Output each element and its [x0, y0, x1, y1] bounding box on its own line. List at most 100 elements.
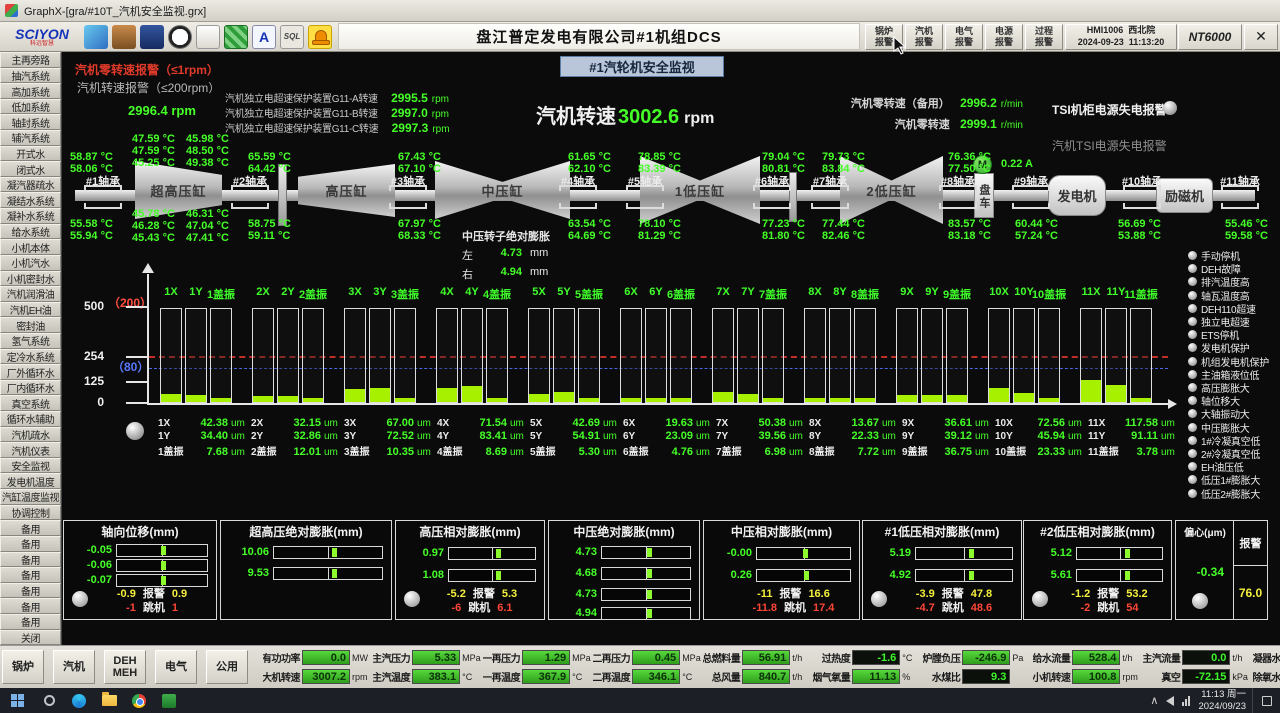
bottom-nav-1[interactable]: 锅炉 [2, 650, 44, 684]
sidebar-item-2[interactable]: 抽汽系统 [0, 68, 61, 84]
browser-icon[interactable] [64, 688, 94, 713]
calculator-icon[interactable] [112, 25, 136, 49]
vibration-value: 8.69 [463, 446, 507, 458]
alarm-button-3[interactable]: 电气报警 [945, 24, 983, 50]
sidebar-item-27[interactable]: 安全监视 [0, 458, 61, 474]
tags-icon[interactable] [224, 25, 248, 49]
sidebar-item-31[interactable]: 备用 [0, 520, 61, 536]
sidebar-item-28[interactable]: 发电机温度 [0, 473, 61, 489]
sidebar-item-17[interactable]: 汽机EH油 [0, 302, 61, 318]
g11-value: 2997.0 [384, 106, 428, 120]
sidebar-item-25[interactable]: 汽机疏水 [0, 427, 61, 443]
panel-5: 中压相对膨胀(mm)-0.000.26-11报警16.6-11.8跳机17.4 [703, 520, 860, 620]
search-icon[interactable] [34, 688, 64, 713]
vibration-unit: um [1158, 431, 1180, 442]
sidebar-item-12[interactable]: 给水系统 [0, 224, 61, 240]
sidebar-item-20[interactable]: 定冷水系统 [0, 349, 61, 365]
sidebar-item-15[interactable]: 小机密封水 [0, 271, 61, 287]
sidebar-item-18[interactable]: 密封油 [0, 317, 61, 333]
sidebar-item-23[interactable]: 真空系统 [0, 395, 61, 411]
bearing-temp-bottom: 83.57 °C83.18 °C [948, 218, 991, 242]
file-explorer-icon[interactable] [94, 688, 124, 713]
font-icon[interactable]: A [252, 25, 276, 49]
trip-limit-annotation: （200） [108, 294, 152, 311]
vibration-readout-column: 3X67.00um3Y72.52um3盖振10.35um [344, 417, 436, 456]
vibration-unit: um [693, 447, 715, 458]
sidebar-item-33[interactable]: 备用 [0, 552, 61, 568]
sidebar-item-10[interactable]: 凝结水系统 [0, 192, 61, 208]
sidebar-item-5[interactable]: 轴封系统 [0, 114, 61, 130]
sidebar-item-1[interactable]: 主再旁路 [0, 52, 61, 68]
temperature-value: 45.25 °C [132, 157, 175, 169]
close-icon[interactable]: ✕ [1244, 24, 1278, 50]
sidebar-item-19[interactable]: 氢气系统 [0, 333, 61, 349]
sidebar-item-14[interactable]: 小机汽水 [0, 255, 61, 271]
sidebar-item-11[interactable]: 凝补水系统 [0, 208, 61, 224]
sidebar-item-7[interactable]: 开式水 [0, 146, 61, 162]
indicator-lamp [871, 591, 887, 607]
vibration-readout-column: 5X42.69um5Y54.91um5盖振5.30um [530, 417, 622, 456]
mimic-icon[interactable] [168, 25, 192, 49]
sidebar-item-37[interactable]: 备用 [0, 614, 61, 630]
bottom-nav-5[interactable]: 公用 [206, 650, 248, 684]
alarm-button-2[interactable]: 汽机报警 [905, 24, 943, 50]
sidebar-item-8[interactable]: 闭式水 [0, 161, 61, 177]
temperature-value: 47.41 °C [186, 232, 229, 244]
graphx-taskbar-icon[interactable] [154, 688, 184, 713]
start-icon[interactable] [0, 688, 34, 713]
vibration-value: 34.40 [184, 430, 228, 442]
sidebar-item-22[interactable]: 厂内循环水 [0, 380, 61, 396]
alarm-bell-icon[interactable] [308, 25, 332, 49]
alarm-label: 低压2#膨胀大 [1201, 486, 1260, 501]
sidebar-item-16[interactable]: 汽机润滑油 [0, 286, 61, 302]
trend-icon[interactable] [140, 25, 164, 49]
bottom-nav-3[interactable]: DEH MEH [104, 650, 146, 684]
sidebar-item-34[interactable]: 备用 [0, 567, 61, 583]
network-icon[interactable] [1182, 696, 1190, 706]
vibration-readout-row: 1Y34.40um [158, 430, 250, 443]
status-cell: 除氧水位1718.2mm [1253, 669, 1280, 684]
temperature-value: 68.33 °C [398, 230, 441, 242]
alarm-button-4[interactable]: 电源报警 [985, 24, 1023, 50]
status-value: 56.91 [742, 650, 790, 665]
bottom-nav-2[interactable]: 汽机 [53, 650, 95, 684]
sidebar-item-32[interactable]: 备用 [0, 536, 61, 552]
bottom-nav-4[interactable]: 电气 [155, 650, 197, 684]
sidebar-item-38[interactable]: 关闭 [0, 630, 61, 646]
sidebar-item-9[interactable]: 凝汽器疏水 [0, 177, 61, 193]
chrome-icon[interactable] [124, 688, 154, 713]
operators-icon[interactable] [84, 25, 108, 49]
hmi-station: 西北院 [1128, 25, 1155, 35]
volume-icon[interactable] [1166, 696, 1174, 706]
temperature-value: 58.87 °C [70, 151, 113, 163]
taskbar-clock[interactable]: 11:13 周一 2024/09/23 [1198, 689, 1246, 713]
alarm-button[interactable]: 报警 [1234, 521, 1267, 566]
status-cell: 凝器水位1073.4mm [1253, 650, 1280, 665]
sidebar-item-24[interactable]: 循环水辅助 [0, 411, 61, 427]
sidebar-item-29[interactable]: 汽缸温度监视 [0, 489, 61, 505]
trip-low: -6 [451, 602, 461, 614]
sidebar-item-4[interactable]: 低加系统 [0, 99, 61, 115]
report-icon[interactable] [196, 25, 220, 49]
hmi-time: 11:13:20 [1129, 37, 1165, 47]
gauge-bar [116, 559, 208, 572]
sidebar-item-13[interactable]: 小机本体 [0, 239, 61, 255]
sql-icon[interactable]: SQL [280, 25, 304, 49]
vibration-readout-row: 11Y91.11um [1088, 430, 1180, 443]
sidebar-item-6[interactable]: 辅汽系统 [0, 130, 61, 146]
cylinder-label: 超高压缸 [150, 181, 206, 200]
sidebar-item-35[interactable]: 备用 [0, 583, 61, 599]
tray-chevron-up-icon[interactable]: ∧ [1150, 694, 1158, 707]
vibration-bar [553, 308, 575, 403]
sidebar-item-36[interactable]: 备用 [0, 598, 61, 614]
sidebar-item-3[interactable]: 高加系统 [0, 83, 61, 99]
status-unit: °C [900, 653, 923, 663]
sidebar-item-21[interactable]: 厂外循环水 [0, 364, 61, 380]
temperature-value: 53.88 °C [1118, 230, 1161, 242]
sidebar-item-30[interactable]: 协调控制 [0, 505, 61, 521]
action-center-icon[interactable] [1252, 688, 1280, 713]
sidebar-item-26[interactable]: 汽机仪表 [0, 442, 61, 458]
page-title[interactable]: #1汽轮机安全监视 [560, 56, 724, 77]
vibration-bar-fill [922, 395, 942, 402]
alarm-button-5[interactable]: 过程报警 [1025, 24, 1063, 50]
